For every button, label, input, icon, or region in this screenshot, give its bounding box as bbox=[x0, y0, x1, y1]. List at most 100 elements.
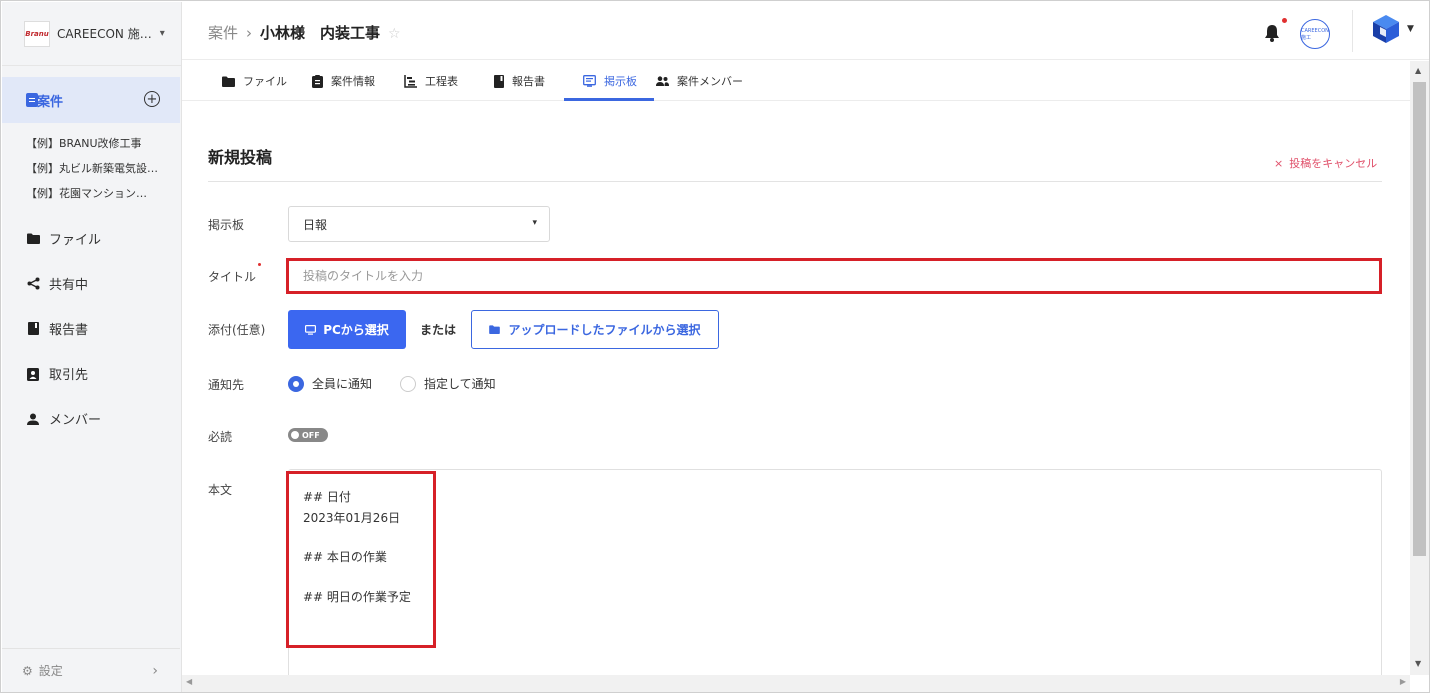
radio-unselected-icon bbox=[400, 375, 416, 392]
monitor-icon bbox=[305, 324, 317, 335]
notification-badge bbox=[1282, 18, 1287, 23]
chevron-down-icon[interactable]: ▼ bbox=[1407, 24, 1414, 34]
chevron-right-icon: › bbox=[152, 662, 158, 679]
radio-label: 全員に通知 bbox=[312, 377, 373, 391]
toggle-state: OFF bbox=[302, 430, 320, 440]
title-input[interactable] bbox=[288, 260, 1380, 292]
attachment-label: 添付(任意) bbox=[208, 323, 266, 337]
add-project-button[interactable]: + bbox=[144, 91, 160, 107]
book-icon bbox=[494, 74, 504, 88]
tab-files[interactable]: ファイル bbox=[222, 73, 287, 89]
sidebar-item-members[interactable]: メンバー bbox=[26, 409, 101, 428]
folder-icon bbox=[489, 325, 501, 334]
body-line: ## 明日の作業予定 bbox=[303, 590, 411, 604]
sidebar-item-files[interactable]: ファイル bbox=[26, 229, 101, 248]
button-label: アップロードしたファイルから選択 bbox=[508, 323, 701, 337]
tab-board[interactable]: 掲示板 bbox=[583, 73, 637, 89]
required-indicator bbox=[258, 263, 261, 266]
org-switcher[interactable]: Branu CAREECON 施… ▾ bbox=[2, 2, 181, 66]
board-select[interactable]: 日報 ▾ bbox=[288, 206, 550, 242]
notify-specific-radio[interactable]: 指定して通知 bbox=[400, 375, 496, 392]
scrollbar-thumb[interactable] bbox=[1413, 82, 1426, 556]
body-line: ## 本日の作業 bbox=[303, 550, 387, 564]
radio-selected-icon bbox=[288, 375, 304, 392]
sidebar: Branu CAREECON 施… ▾ 案件 + 【例】BRANU改修工事 【例… bbox=[2, 2, 182, 692]
select-from-pc-button[interactable]: PCから選択 bbox=[288, 310, 406, 349]
gantt-icon bbox=[404, 74, 417, 88]
person-icon bbox=[26, 413, 40, 425]
body-line: 2023年01月26日 bbox=[303, 511, 401, 525]
tab-label: 案件メンバー bbox=[677, 75, 743, 88]
tab-project-members[interactable]: 案件メンバー bbox=[656, 73, 743, 89]
avatar[interactable]: CAREECON施工 bbox=[1300, 19, 1330, 49]
project-tabs: ファイル 案件情報 工程表 報告書 掲示板 案件メンバー bbox=[182, 60, 1410, 101]
body-textarea[interactable] bbox=[288, 469, 1382, 689]
vertical-scrollbar[interactable]: ▲ ▼ bbox=[1410, 61, 1429, 675]
tab-label: 報告書 bbox=[512, 75, 545, 88]
scroll-right-arrow[interactable]: ▶ bbox=[1400, 677, 1406, 686]
scroll-left-arrow[interactable]: ◀ bbox=[186, 677, 192, 686]
gear-icon: ⚙ bbox=[22, 663, 33, 678]
sidebar-item-clients[interactable]: 取引先 bbox=[26, 364, 88, 383]
new-post-form: 新規投稿 × 投稿をキャンセル 掲示板 日報 ▾ タイトル 添付(任意) PCから… bbox=[182, 101, 1410, 689]
org-logo: Branu bbox=[24, 20, 50, 47]
body-line: ## 日付 bbox=[303, 490, 351, 504]
select-uploaded-file-button[interactable]: アップロードしたファイルから選択 bbox=[471, 310, 719, 349]
tab-reports[interactable]: 報告書 bbox=[494, 73, 545, 89]
notify-label: 通知先 bbox=[208, 378, 245, 392]
horizontal-scrollbar[interactable]: ◀ ▶ bbox=[182, 675, 1410, 692]
divider bbox=[1352, 10, 1353, 52]
project-link[interactable]: 【例】花園マンション… bbox=[26, 185, 147, 201]
or-text: または bbox=[420, 323, 457, 337]
sidebar-item-label: 取引先 bbox=[49, 368, 89, 383]
form-title: 新規投稿 bbox=[208, 148, 273, 167]
folder-icon bbox=[222, 76, 235, 87]
org-name: CAREECON 施… bbox=[57, 27, 152, 41]
folder-icon bbox=[26, 233, 40, 244]
header: 案件 › 小林様 内装工事 ☆ CAREECON施工 ▼ bbox=[182, 2, 1429, 60]
board-select-value: 日報 bbox=[303, 217, 328, 232]
settings-button[interactable]: ⚙ 設定 › bbox=[2, 648, 180, 692]
cancel-label: 投稿をキャンセル bbox=[1289, 157, 1378, 170]
favorite-star-icon[interactable]: ☆ bbox=[388, 26, 401, 42]
scroll-down-arrow[interactable]: ▼ bbox=[1415, 659, 1421, 668]
app-window: Branu CAREECON 施… ▾ 案件 + 【例】BRANU改修工事 【例… bbox=[0, 0, 1430, 693]
cancel-post-link[interactable]: × 投稿をキャンセル bbox=[1274, 155, 1377, 171]
people-icon bbox=[656, 76, 669, 86]
clipboard-icon bbox=[312, 74, 323, 88]
breadcrumb: 案件 › 小林様 内装工事 ☆ bbox=[208, 22, 401, 43]
share-icon bbox=[26, 277, 40, 290]
tab-label: 掲示板 bbox=[604, 75, 637, 88]
body-label: 本文 bbox=[208, 483, 233, 497]
title-label: タイトル bbox=[208, 270, 257, 284]
notify-all-radio[interactable]: 全員に通知 bbox=[288, 375, 372, 392]
sidebar-item-reports[interactable]: 報告書 bbox=[26, 319, 88, 338]
close-icon: × bbox=[1274, 157, 1284, 170]
sidebar-item-shared[interactable]: 共有中 bbox=[26, 274, 88, 293]
form-divider bbox=[208, 181, 1382, 182]
tab-label: ファイル bbox=[243, 75, 287, 88]
board-label: 掲示板 bbox=[208, 218, 245, 232]
breadcrumb-root[interactable]: 案件 bbox=[208, 24, 238, 42]
board-icon bbox=[583, 75, 596, 87]
tab-project-info[interactable]: 案件情報 bbox=[312, 73, 375, 89]
app-cube-icon[interactable] bbox=[1372, 14, 1400, 48]
tab-label: 案件情報 bbox=[331, 75, 375, 88]
chevron-down-icon: ▾ bbox=[532, 218, 537, 228]
scroll-up-arrow[interactable]: ▲ bbox=[1415, 66, 1421, 75]
radio-label: 指定して通知 bbox=[424, 377, 496, 391]
breadcrumb-separator: › bbox=[246, 24, 253, 42]
chevron-down-icon: ▾ bbox=[159, 28, 165, 39]
notification-bell-icon[interactable] bbox=[1264, 24, 1280, 46]
sidebar-item-label: メンバー bbox=[49, 413, 102, 428]
sidebar-item-label: 報告書 bbox=[49, 323, 89, 338]
page-title: 小林様 内装工事 bbox=[260, 24, 381, 42]
project-link[interactable]: 【例】BRANU改修工事 bbox=[26, 135, 142, 151]
sidebar-item-label: ファイル bbox=[49, 233, 102, 248]
book-icon bbox=[26, 322, 40, 335]
tab-schedule[interactable]: 工程表 bbox=[404, 73, 458, 89]
must-read-label: 必読 bbox=[208, 430, 233, 444]
toggle-knob bbox=[291, 431, 299, 439]
project-link[interactable]: 【例】丸ビル新築電気設… bbox=[26, 160, 158, 176]
must-read-toggle[interactable]: OFF bbox=[288, 428, 328, 442]
